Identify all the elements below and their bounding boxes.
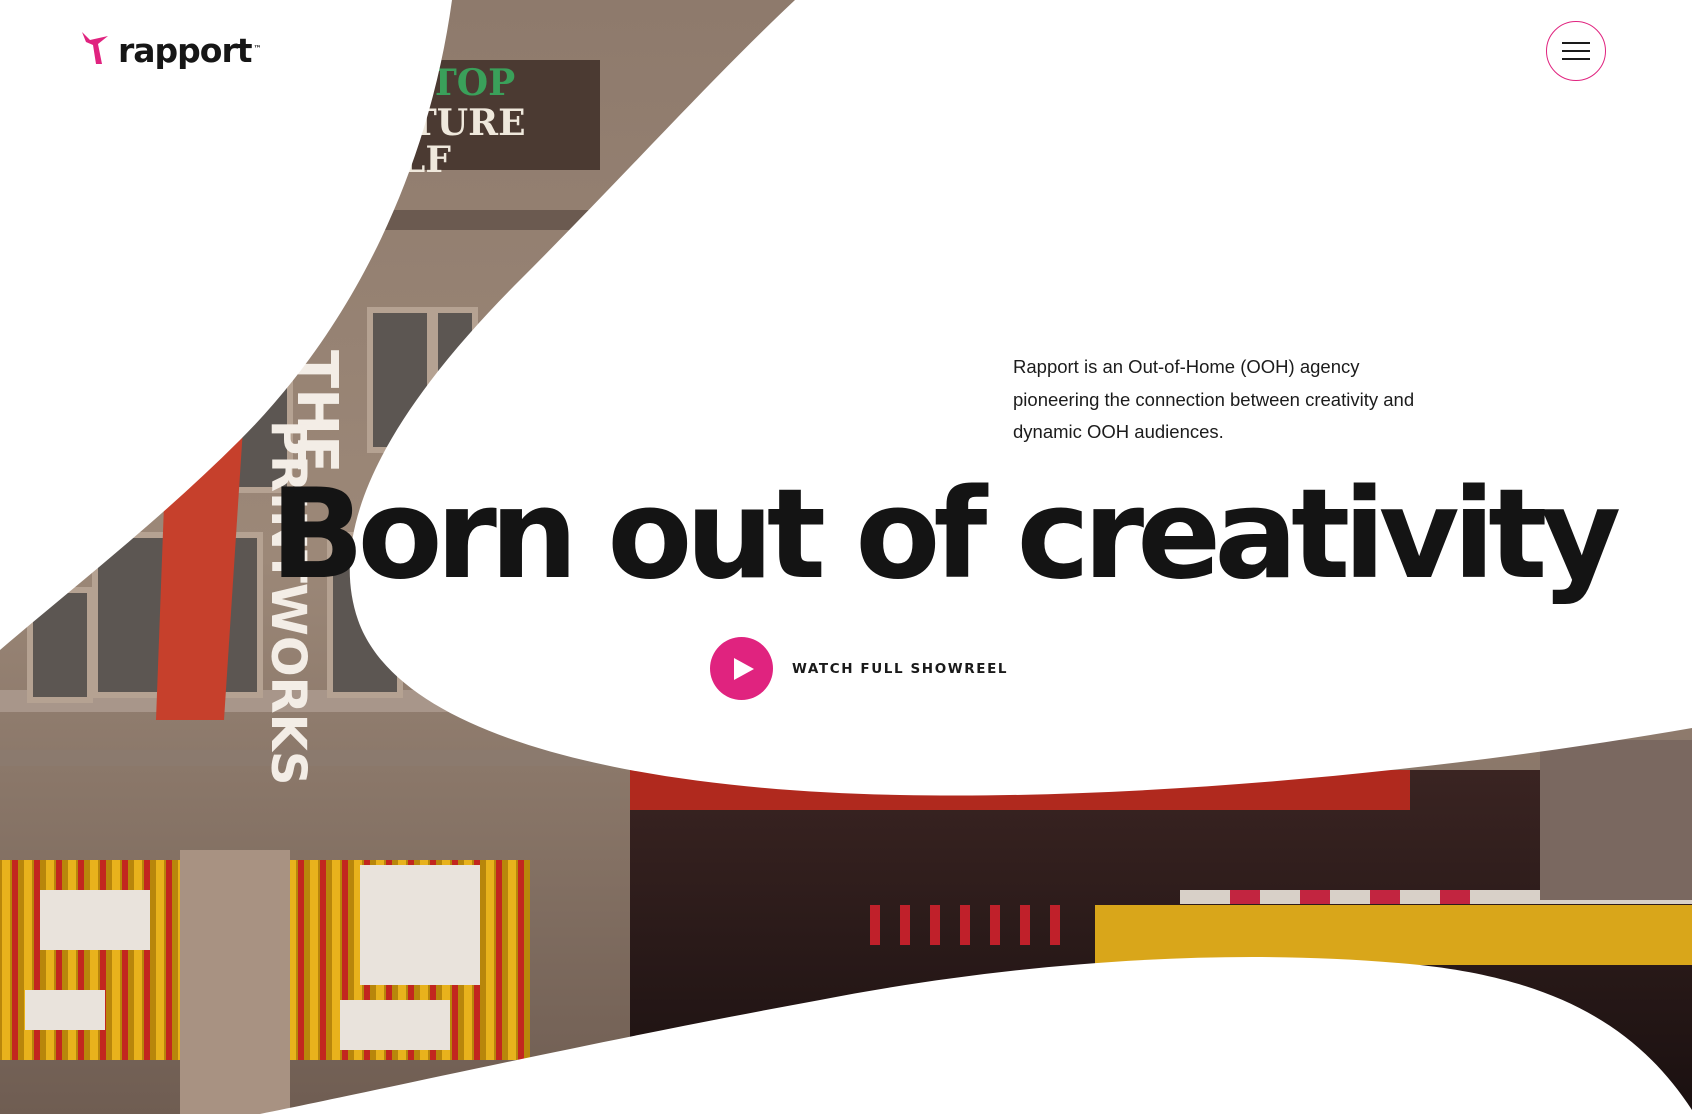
watch-showreel-button[interactable]: WATCH FULL SHOWREEL (710, 637, 1008, 700)
rapport-logo-mark-icon (82, 32, 108, 64)
hero-headline: Born out of creativity (270, 463, 1621, 607)
play-button[interactable] (710, 637, 773, 700)
page: THE PRINTWORKS TOP TURE LF rapport ™ Rap… (0, 0, 1692, 1114)
menu-button[interactable] (1546, 21, 1606, 81)
svg-text:TURE: TURE (410, 102, 526, 144)
logo-wordmark: rapport (118, 30, 253, 70)
hero-intro-text: Rapport is an Out-of-Home (OOH) agency p… (1013, 356, 1415, 442)
logo-trademark: ™ (253, 44, 262, 53)
svg-text:TOP: TOP (430, 62, 515, 104)
showreel-label[interactable]: WATCH FULL SHOWREEL (792, 661, 1008, 677)
rapport-logo[interactable]: rapport ™ (80, 30, 262, 70)
svg-text:LF: LF (400, 139, 451, 181)
play-icon (733, 657, 754, 680)
hamburger-menu-icon (1562, 42, 1590, 60)
